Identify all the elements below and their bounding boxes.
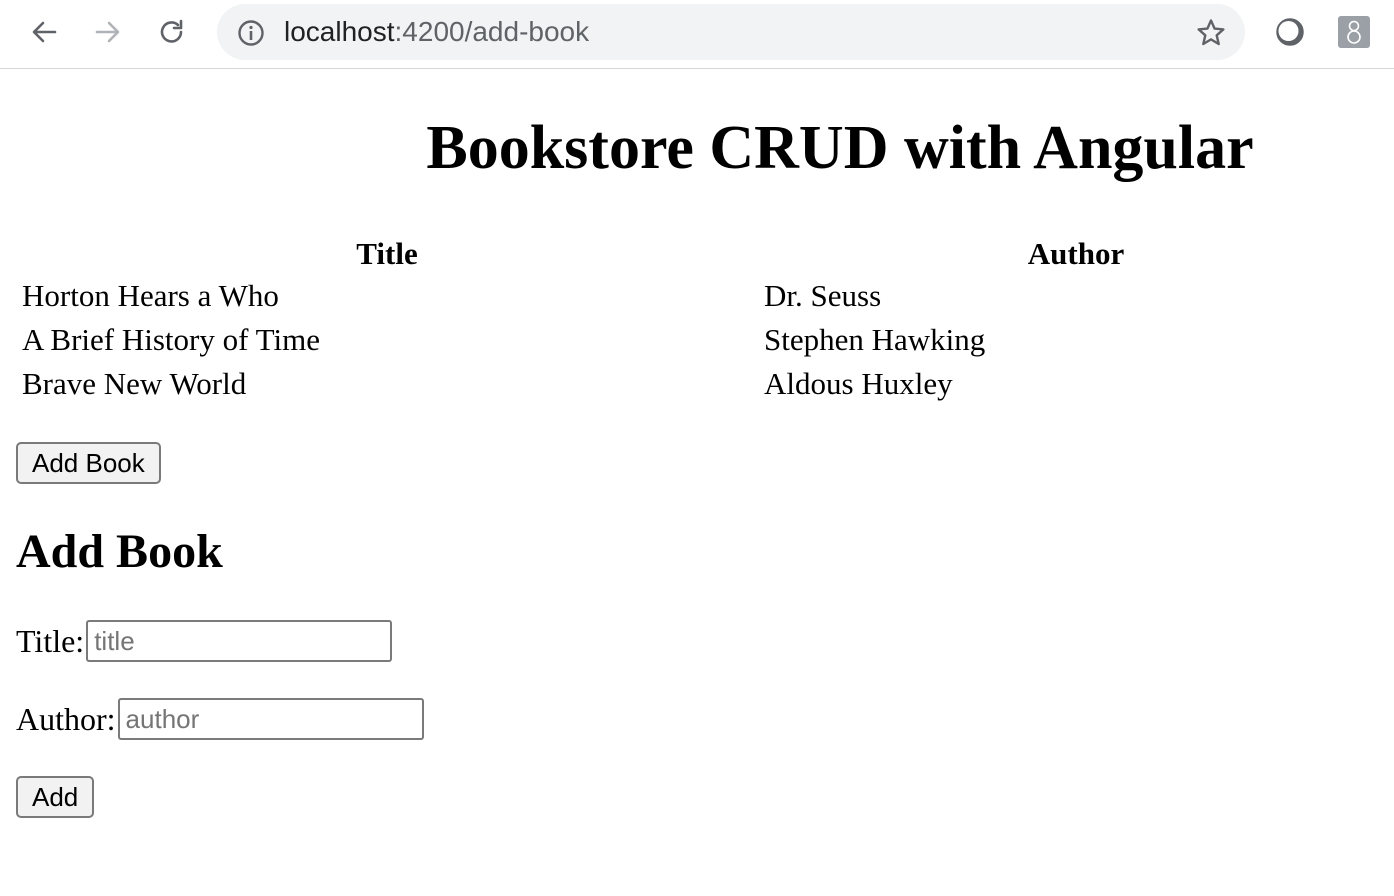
- book-author-cell: Stephen Hawking: [764, 322, 986, 357]
- url-text[interactable]: localhost:4200/add-book: [284, 15, 589, 49]
- page-content: Bookstore CRUD with Angular Title Author…: [0, 70, 1394, 896]
- arrow-left-icon: [32, 21, 57, 43]
- table-header-row: Title Author: [16, 234, 1394, 274]
- title-input[interactable]: [86, 620, 393, 662]
- books-table: Title Author Horton Hears a Who Dr. Seus…: [16, 234, 1394, 406]
- bookmark-star-icon[interactable]: [1195, 17, 1227, 49]
- info-icon[interactable]: [237, 19, 265, 47]
- author-label: Author:: [16, 700, 116, 737]
- add-book-button[interactable]: Add Book: [16, 442, 161, 484]
- add-book-heading: Add Book: [16, 525, 223, 578]
- browser-toolbar: localhost:4200/add-book: [0, 0, 1394, 69]
- column-header-author: Author: [1027, 236, 1125, 271]
- page-title: Bookstore CRUD with Angular: [426, 114, 1254, 182]
- add-submit-button[interactable]: Add: [16, 776, 95, 818]
- table-row: A Brief History of Time Stephen Hawking: [16, 318, 1394, 362]
- author-field-row: Author:: [16, 698, 424, 740]
- book-title-cell: Brave New World: [22, 366, 247, 401]
- reload-icon: [160, 19, 183, 43]
- forward-button[interactable]: [90, 14, 126, 50]
- arrow-right-icon: [95, 21, 120, 43]
- reload-button[interactable]: [154, 14, 190, 50]
- table-row: Brave New World Aldous Huxley: [16, 362, 1394, 406]
- extension-icon[interactable]: [1274, 16, 1306, 48]
- title-field-row: Title:: [16, 620, 393, 662]
- title-label: Title:: [16, 622, 85, 659]
- back-button[interactable]: [26, 14, 62, 50]
- address-bar[interactable]: localhost:4200/add-book: [217, 4, 1245, 60]
- table-row: Horton Hears a Who Dr. Seuss: [16, 274, 1394, 318]
- column-header-title: Title: [356, 236, 418, 271]
- book-author-cell: Aldous Huxley: [764, 366, 953, 401]
- book-title-cell: Horton Hears a Who: [22, 278, 279, 313]
- book-author-cell: Dr. Seuss: [764, 278, 882, 313]
- url-path: :4200/add-book: [394, 16, 590, 47]
- book-title-cell: A Brief History of Time: [22, 322, 320, 357]
- profile-icon[interactable]: [1338, 16, 1370, 48]
- author-input[interactable]: [117, 698, 424, 740]
- url-host: localhost: [284, 16, 395, 47]
